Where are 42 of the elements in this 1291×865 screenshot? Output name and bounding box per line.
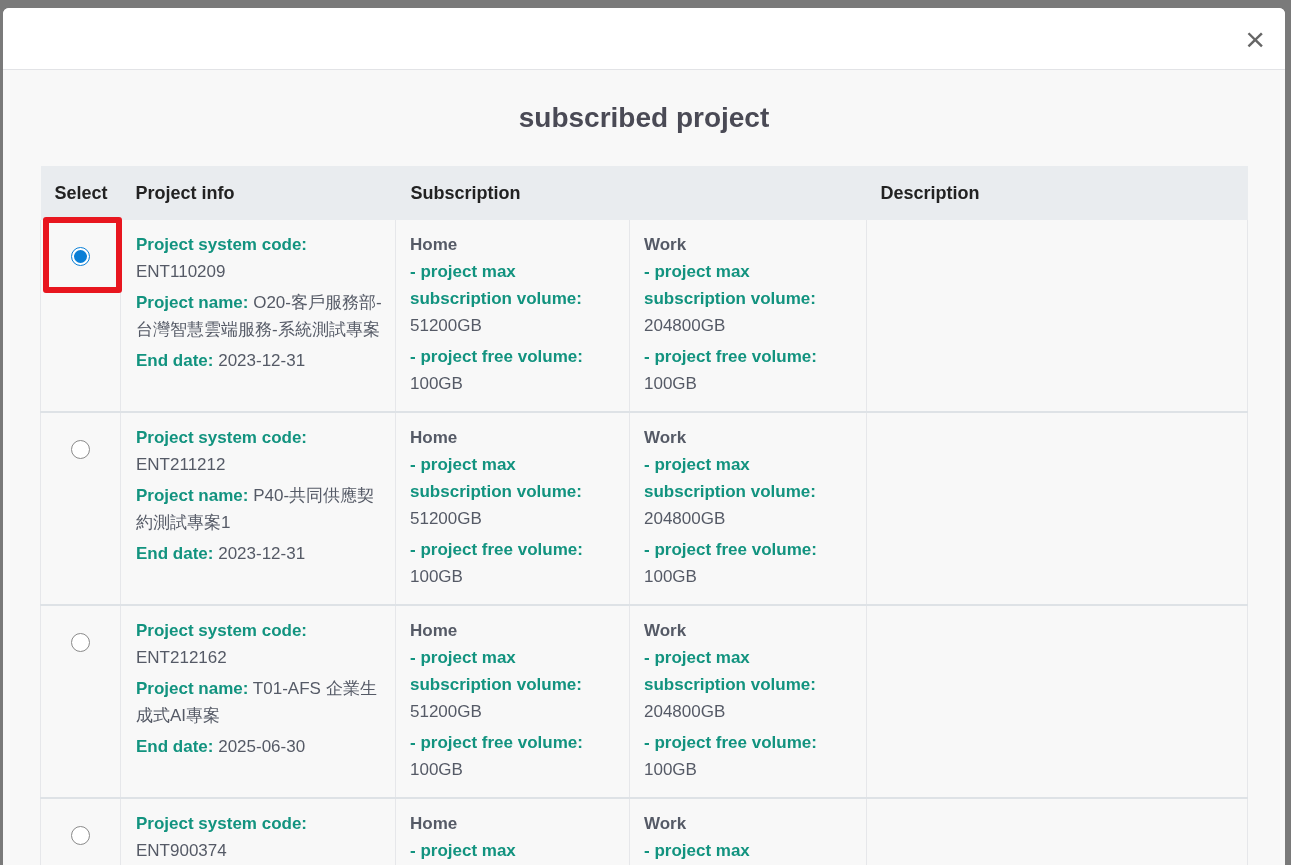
project-info-text: End date: 2023-12-31 <box>136 350 307 372</box>
column-header: Select <box>40 166 121 220</box>
project-info-text: Project system code: ENT212162 <box>136 620 308 669</box>
radio-button[interactable] <box>71 247 90 266</box>
project-info-text: Project system code: ENT211212 <box>136 427 308 476</box>
column-header: Project info <box>120 166 396 220</box>
volume-text: - project max subscription volume: 204800GB <box>644 647 817 723</box>
project-info-text: Project system code: ENT900374 <box>136 813 308 862</box>
storage-title: Home <box>410 813 459 835</box>
project-info-text: End date: 2025-06-30 <box>136 736 307 758</box>
volume-text: - project max subscription volume: 51200GB <box>410 261 583 337</box>
volume-text: - project max subscription volume: 204800GB <box>644 454 817 530</box>
volume-text: - project max subscription volume: 204800GB <box>644 261 817 337</box>
volume-text: - project max subscription volume: 51200GB <box>410 647 583 723</box>
project-info-text: Project name: T01-AFS 企業生成式AI專案 <box>136 678 378 727</box>
storage-title: Home <box>410 427 459 449</box>
volume-text: - project free volume: 100GB <box>410 539 584 588</box>
radio-button[interactable] <box>71 633 90 652</box>
dialog-title: subscribed project <box>517 101 771 135</box>
storage-title: Work <box>644 620 688 642</box>
radio-button[interactable] <box>71 440 90 459</box>
storage-title: Work <box>644 234 688 256</box>
storage-title: Work <box>644 813 688 835</box>
column-header: Description <box>866 166 1248 220</box>
storage-title: Home <box>410 620 459 642</box>
volume-text: - project free volume: 100GB <box>644 539 818 588</box>
project-info-text: Project name: O20-客戶服務部-台灣智慧雲端服務-系統測試專案 <box>136 292 383 341</box>
volume-text: - project free volume: 100GB <box>644 346 818 395</box>
column-header: Subscription <box>395 166 867 220</box>
project-info-text: Project name: P40-共同供應契約測試專案1 <box>136 485 376 534</box>
volume-text: - project max subscription volume: 51200GB <box>410 454 583 530</box>
volume-text: - project free volume: 100GB <box>410 732 584 781</box>
storage-title: Home <box>410 234 459 256</box>
project-info-text: Project system code: ENT110209 <box>136 234 308 283</box>
storage-title: Work <box>644 427 688 449</box>
volume-text: - project free volume: 100GB <box>644 732 818 781</box>
volume-text: - project max <box>410 840 517 862</box>
radio-button[interactable] <box>71 826 90 845</box>
close-button[interactable]: × <box>1245 21 1265 56</box>
volume-text: - project max <box>644 840 751 862</box>
project-info-text: End date: 2023-12-31 <box>136 543 307 565</box>
volume-text: - project free volume: 100GB <box>410 346 584 395</box>
